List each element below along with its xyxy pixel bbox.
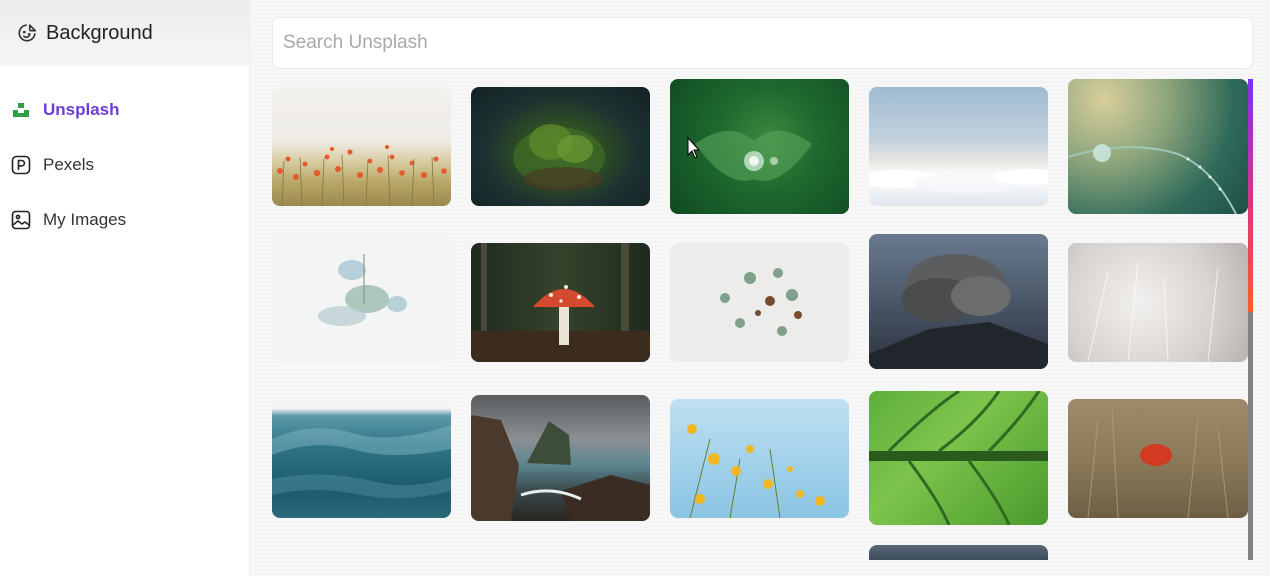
image-thumbnail[interactable] xyxy=(1068,399,1248,518)
sidebar-item-label: Unsplash xyxy=(43,99,120,119)
sidebar-header: Background xyxy=(0,0,249,66)
sidebar: Background Unsplash Pexels My Images xyxy=(0,0,250,576)
sidebar-item-my-images[interactable]: My Images xyxy=(0,192,249,247)
unsplash-logo-icon xyxy=(11,100,31,120)
image-thumbnail[interactable] xyxy=(869,545,1048,560)
sidebar-item-label: My Images xyxy=(43,209,127,229)
sidebar-item-pexels[interactable]: Pexels xyxy=(0,137,249,192)
image-browser xyxy=(250,0,1270,576)
image-thumbnail[interactable] xyxy=(272,234,451,361)
image-thumbnail[interactable] xyxy=(471,243,650,362)
scrollbar-track[interactable] xyxy=(1248,79,1253,560)
image-thumbnail[interactable] xyxy=(1068,79,1248,214)
image-thumbnail[interactable] xyxy=(272,399,451,518)
image-thumbnail[interactable] xyxy=(670,243,849,362)
sidebar-title: Background xyxy=(46,21,153,44)
image-thumbnail[interactable] xyxy=(272,87,451,206)
image-thumbnail[interactable] xyxy=(471,395,650,521)
smiley-sticker-icon xyxy=(16,22,38,44)
image-thumbnail[interactable] xyxy=(1068,243,1248,362)
image-thumbnail[interactable] xyxy=(471,87,650,206)
sidebar-nav: Unsplash Pexels My Images xyxy=(0,66,249,247)
pexels-logo-icon xyxy=(11,155,31,175)
scrollbar-thumb[interactable] xyxy=(1248,79,1253,312)
search-input[interactable] xyxy=(272,17,1253,69)
image-thumbnail[interactable] xyxy=(869,391,1048,525)
image-gallery-icon xyxy=(11,210,31,230)
image-thumbnail[interactable] xyxy=(670,399,849,518)
image-thumbnail[interactable] xyxy=(869,87,1048,206)
sidebar-item-unsplash[interactable]: Unsplash xyxy=(0,82,249,137)
sidebar-item-label: Pexels xyxy=(43,154,95,174)
mouse-cursor-icon xyxy=(687,136,701,159)
image-thumbnail[interactable] xyxy=(869,234,1048,369)
